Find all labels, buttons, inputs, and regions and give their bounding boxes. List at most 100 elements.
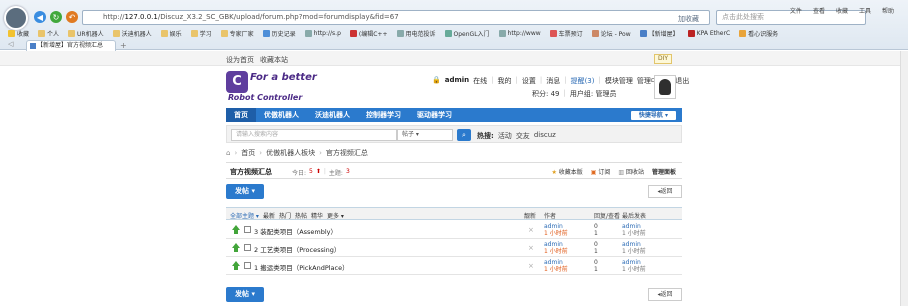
settings-link[interactable]: 设置: [522, 76, 536, 86]
tab-forum[interactable]: 【新增屋】官方视频汇总: [26, 40, 116, 51]
nav-controller[interactable]: 控制器学习: [358, 108, 409, 122]
nav-wodi-robots[interactable]: 沃迪机器人: [307, 108, 358, 122]
fav-item[interactable]: 个人: [38, 29, 59, 38]
filter-hot-thread[interactable]: 热帖: [295, 211, 307, 220]
hot-item[interactable]: discuz: [534, 131, 556, 141]
filter-more[interactable]: 更多 ▾: [327, 211, 344, 220]
set-homepage-link[interactable]: 设为首页: [226, 55, 254, 65]
fav-item[interactable]: 历史记录: [262, 29, 296, 38]
close-icon[interactable]: ×: [528, 262, 534, 270]
new-tab-icon[interactable]: +: [120, 41, 127, 50]
quick-nav-button[interactable]: 快捷导航 ▾: [630, 111, 676, 120]
add-favorite-link[interactable]: 加收藏: [678, 14, 699, 24]
nav-driver[interactable]: 驱动器学习: [409, 108, 460, 122]
fav-item[interactable]: 【新增屋】: [639, 29, 679, 38]
online-status[interactable]: 在线: [473, 76, 487, 86]
back-icon[interactable]: ◀: [34, 11, 46, 23]
reminders-link[interactable]: 提醒(3): [571, 76, 595, 86]
col-new[interactable]: 靓新: [524, 211, 536, 220]
fav-item[interactable]: 车票预订: [549, 29, 583, 38]
refresh-icon[interactable]: ↻: [50, 11, 62, 23]
last-post-time[interactable]: 1 小时前: [622, 230, 646, 237]
undo-icon[interactable]: ↶: [66, 11, 78, 23]
filter-digest[interactable]: 精华: [311, 211, 323, 220]
post-button-bottom[interactable]: 发帖 ▾: [226, 287, 264, 302]
address-bar[interactable]: http://127.0.0.1/Discuz_X3.2_SC_GBK/uplo…: [82, 10, 710, 25]
user-group-link[interactable]: 用户组: 管理员: [570, 89, 617, 99]
table-row[interactable]: 3 装配类项目（Assembly） × admin 1 小时前 0 1 admi…: [226, 221, 682, 239]
my-link[interactable]: 我的: [498, 76, 512, 86]
thread-title[interactable]: 1 搬运类项目（PickAndPlace）: [254, 262, 349, 272]
thread-title[interactable]: 3 装配类项目（Assembly）: [254, 226, 337, 236]
fav-item[interactable]: OpenGL入门: [444, 29, 490, 38]
thread-checkbox[interactable]: [244, 244, 251, 251]
tab-list-icon[interactable]: ◁: [8, 40, 13, 48]
search-scope-select[interactable]: 帖子 ▾: [397, 129, 453, 141]
bookmark-site-link[interactable]: 收藏本站: [260, 55, 288, 65]
fav-item[interactable]: KPA EtherC: [687, 29, 730, 37]
filter-hot[interactable]: 热门: [279, 211, 291, 220]
col-replies-views[interactable]: 回复/查看: [594, 211, 620, 220]
last-post-time[interactable]: 1 小时前: [622, 266, 646, 273]
fav-item[interactable]: UR机器人: [68, 29, 104, 38]
last-author-link[interactable]: admin: [622, 241, 646, 248]
site-logo[interactable]: C For a better Robot Controller: [226, 69, 336, 105]
fav-item[interactable]: 沃迪机器人: [112, 29, 152, 38]
user-avatar[interactable]: [654, 75, 676, 99]
author-link[interactable]: admin: [544, 241, 568, 248]
fav-item[interactable]: (编辑C++: [349, 29, 388, 38]
back-button[interactable]: ◂返回: [648, 185, 682, 198]
thread-checkbox[interactable]: [244, 262, 251, 269]
menu-favorites[interactable]: 收藏: [836, 6, 848, 15]
fav-item[interactable]: 收藏: [8, 29, 29, 38]
menu-view[interactable]: 查看: [813, 6, 825, 15]
col-author[interactable]: 作者: [544, 211, 556, 220]
last-author-link[interactable]: admin: [622, 223, 646, 230]
home-icon[interactable]: ⌂: [226, 149, 230, 157]
post-button[interactable]: 发帖 ▾: [226, 184, 264, 199]
breadcrumb-home[interactable]: 首页: [241, 148, 255, 158]
diy-button[interactable]: DIY: [654, 54, 673, 64]
table-row[interactable]: 2 工艺类项目（Processing） × admin 1 小时前 0 1 ad…: [226, 239, 682, 257]
filter-newest[interactable]: 最新: [263, 211, 275, 220]
module-manage-link[interactable]: 模块管理: [605, 76, 633, 86]
manage-panel-button[interactable]: 管理面板: [652, 167, 676, 176]
nav-ur-robots[interactable]: 优傲机器人: [256, 108, 307, 122]
last-post-time[interactable]: 1 小时前: [622, 248, 646, 255]
forum-title[interactable]: 官方视频汇总: [230, 167, 272, 177]
table-row[interactable]: 1 搬运类项目（PickAndPlace） × admin 1 小时前 0 1 …: [226, 257, 682, 275]
fav-item[interactable]: http://s.p: [304, 29, 341, 37]
breadcrumb-board[interactable]: 优傲机器人板块: [266, 148, 315, 158]
scrollbar[interactable]: [900, 51, 908, 306]
fav-item[interactable]: http://www: [498, 29, 541, 37]
menu-tools[interactable]: 工具: [859, 6, 871, 15]
col-last-post[interactable]: 最后发表: [622, 211, 646, 220]
nav-home[interactable]: 首页: [226, 108, 256, 122]
username-link[interactable]: admin: [445, 76, 469, 86]
menu-help[interactable]: 帮助: [882, 6, 894, 15]
menu-file[interactable]: 文件: [790, 6, 802, 15]
logout-link[interactable]: 退出: [675, 76, 689, 86]
thread-checkbox[interactable]: [244, 226, 251, 233]
thread-title[interactable]: 2 工艺类项目（Processing）: [254, 244, 340, 254]
messages-link[interactable]: 消息: [546, 76, 560, 86]
last-author-link[interactable]: admin: [622, 259, 646, 266]
close-icon[interactable]: ×: [528, 226, 534, 234]
fav-item[interactable]: 学习: [190, 29, 212, 38]
hot-item[interactable]: 交友: [516, 131, 530, 141]
search-input[interactable]: 请输入搜索内容: [231, 129, 397, 141]
subscribe-button[interactable]: ▣ 订阅: [591, 167, 611, 176]
fav-item[interactable]: 看心识服务: [739, 29, 778, 38]
breadcrumb-forum[interactable]: 官方视频汇总: [326, 148, 368, 158]
recycle-bin-button[interactable]: ▥ 回收站: [618, 167, 644, 176]
points-link[interactable]: 积分: 49: [532, 89, 560, 99]
author-link[interactable]: admin: [544, 259, 568, 266]
back-button-bottom[interactable]: ◂返回: [648, 288, 682, 301]
favorite-forum-button[interactable]: ★ 收藏本版: [551, 167, 582, 176]
fav-item[interactable]: 论坛 - Pow: [591, 29, 631, 38]
hot-item[interactable]: 活动: [498, 131, 512, 141]
search-icon[interactable]: ⌕: [457, 129, 471, 141]
fav-item[interactable]: 用电范投诉: [396, 29, 436, 38]
close-icon[interactable]: ×: [528, 244, 534, 252]
fav-item[interactable]: 专家厂家: [220, 29, 254, 38]
